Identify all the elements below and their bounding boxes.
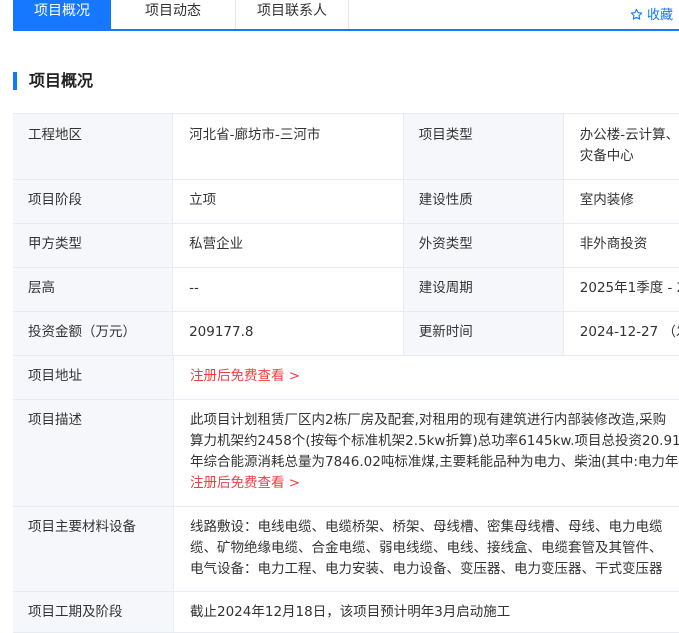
field-label: 项目主要材料设备: [13, 507, 174, 591]
field-label: 外资类型: [403, 224, 564, 267]
tab-bar: 项目概况 项目动态 项目联系人 收藏: [0, 0, 679, 31]
description-line: 算力机架约2458个(按每个标准机架2.5kw折算)总功率6145kw.项目总投…: [190, 433, 679, 449]
table-row: 项目描述 此项目计划租赁厂区内2栋厂房及配套,对租用的现有建筑进行内部装修改造,…: [13, 400, 679, 507]
field-value: 2024-12-27 （发: [563, 312, 679, 355]
tab-project-overview[interactable]: 项目概况: [13, 0, 111, 31]
table-row: 甲方类型 私营企业 外资类型 非外商投资: [13, 224, 679, 268]
register-to-view-link[interactable]: 注册后免费查看 >: [190, 475, 300, 491]
field-value: --: [173, 268, 404, 311]
project-type-line2: 灾备中心: [579, 148, 634, 164]
tab-underline: [13, 29, 679, 31]
table-row: 投资金额（万元） 209177.8 更新时间 2024-12-27 （发: [13, 312, 679, 356]
field-value: 209177.8: [173, 312, 404, 355]
field-value: 私营企业: [173, 224, 404, 267]
field-label: 建设性质: [403, 180, 564, 223]
description-line: 年综合能源消耗总量为7846.02吨标准煤,主要耗能品种为电力、柴油(其中:电力…: [190, 454, 679, 470]
field-value: 此项目计划租赁厂区内2栋厂房及配套,对租用的现有建筑进行内部装修改造,采购 算力…: [174, 400, 679, 506]
project-type-line1: 办公楼-云计算、数: [579, 127, 679, 143]
material-line: 线路敷设：电线电缆、电缆桥架、桥架、母线槽、密集母线槽、母线、电力电缆: [190, 519, 663, 535]
field-label: 项目阶段: [13, 180, 174, 223]
field-value: 线路敷设：电线电缆、电缆桥架、桥架、母线槽、密集母线槽、母线、电力电缆 缆、矿物…: [174, 507, 679, 591]
field-value: 立项: [173, 180, 404, 223]
field-value: 河北省-廊坊市-三河市: [173, 114, 404, 179]
tab-project-news[interactable]: 项目动态: [111, 0, 236, 29]
tab-project-contacts[interactable]: 项目联系人: [236, 0, 349, 29]
material-line: 电气设备：电力工程、电力安装、电力设备、变压器、电力变压器、干式变压器: [190, 561, 663, 577]
star-icon: [630, 8, 643, 20]
field-label: 工程地区: [13, 114, 174, 179]
field-label: 项目描述: [13, 400, 174, 506]
section-title: 项目概况: [29, 71, 94, 90]
field-label: 层高: [13, 268, 174, 311]
table-row: 项目主要材料设备 线路敷设：电线电缆、电缆桥架、桥架、母线槽、密集母线槽、母线、…: [13, 507, 679, 592]
field-value: 非外商投资: [563, 224, 679, 267]
field-label: 更新时间: [403, 312, 564, 355]
field-label: 投资金额（万元）: [13, 312, 174, 355]
description-line: 此项目计划租赁厂区内2栋厂房及配套,对租用的现有建筑进行内部装修改造,采购: [190, 412, 667, 428]
table-row: 项目地址 注册后免费查看 >: [13, 356, 679, 400]
favorite-button[interactable]: 收藏: [630, 4, 673, 23]
table-row: 项目阶段 立项 建设性质 室内装修: [13, 180, 679, 224]
table-row: 层高 -- 建设周期 2025年1季度 - 20: [13, 268, 679, 312]
field-label: 项目工期及阶段: [13, 592, 174, 632]
field-label: 项目地址: [13, 356, 174, 399]
field-label: 项目类型: [403, 114, 564, 179]
field-value: 注册后免费查看 >: [174, 356, 679, 399]
register-to-view-link[interactable]: 注册后免费查看 >: [190, 368, 300, 384]
field-label: 甲方类型: [13, 224, 174, 267]
table-row: 工程地区 河北省-廊坊市-三河市 项目类型 办公楼-云计算、数 灾备中心: [13, 114, 679, 180]
section-accent-bar: [13, 72, 17, 90]
favorite-label: 收藏: [647, 8, 674, 23]
field-value: 2025年1季度 - 20: [563, 268, 679, 311]
project-info-table: 工程地区 河北省-廊坊市-三河市 项目类型 办公楼-云计算、数 灾备中心 项目阶…: [13, 113, 679, 633]
table-row: 项目工期及阶段 截止2024年12月18日，该项目预计明年3月启动施工: [13, 592, 679, 633]
field-value: 室内装修: [563, 180, 679, 223]
field-label: 建设周期: [403, 268, 564, 311]
material-line: 缆、矿物绝缘电缆、合金电缆、弱电线缆、电线、接线盒、电缆套管及其管件、: [190, 540, 663, 556]
field-value: 截止2024年12月18日，该项目预计明年3月启动施工: [174, 592, 679, 632]
field-value: 办公楼-云计算、数 灾备中心: [563, 114, 679, 179]
